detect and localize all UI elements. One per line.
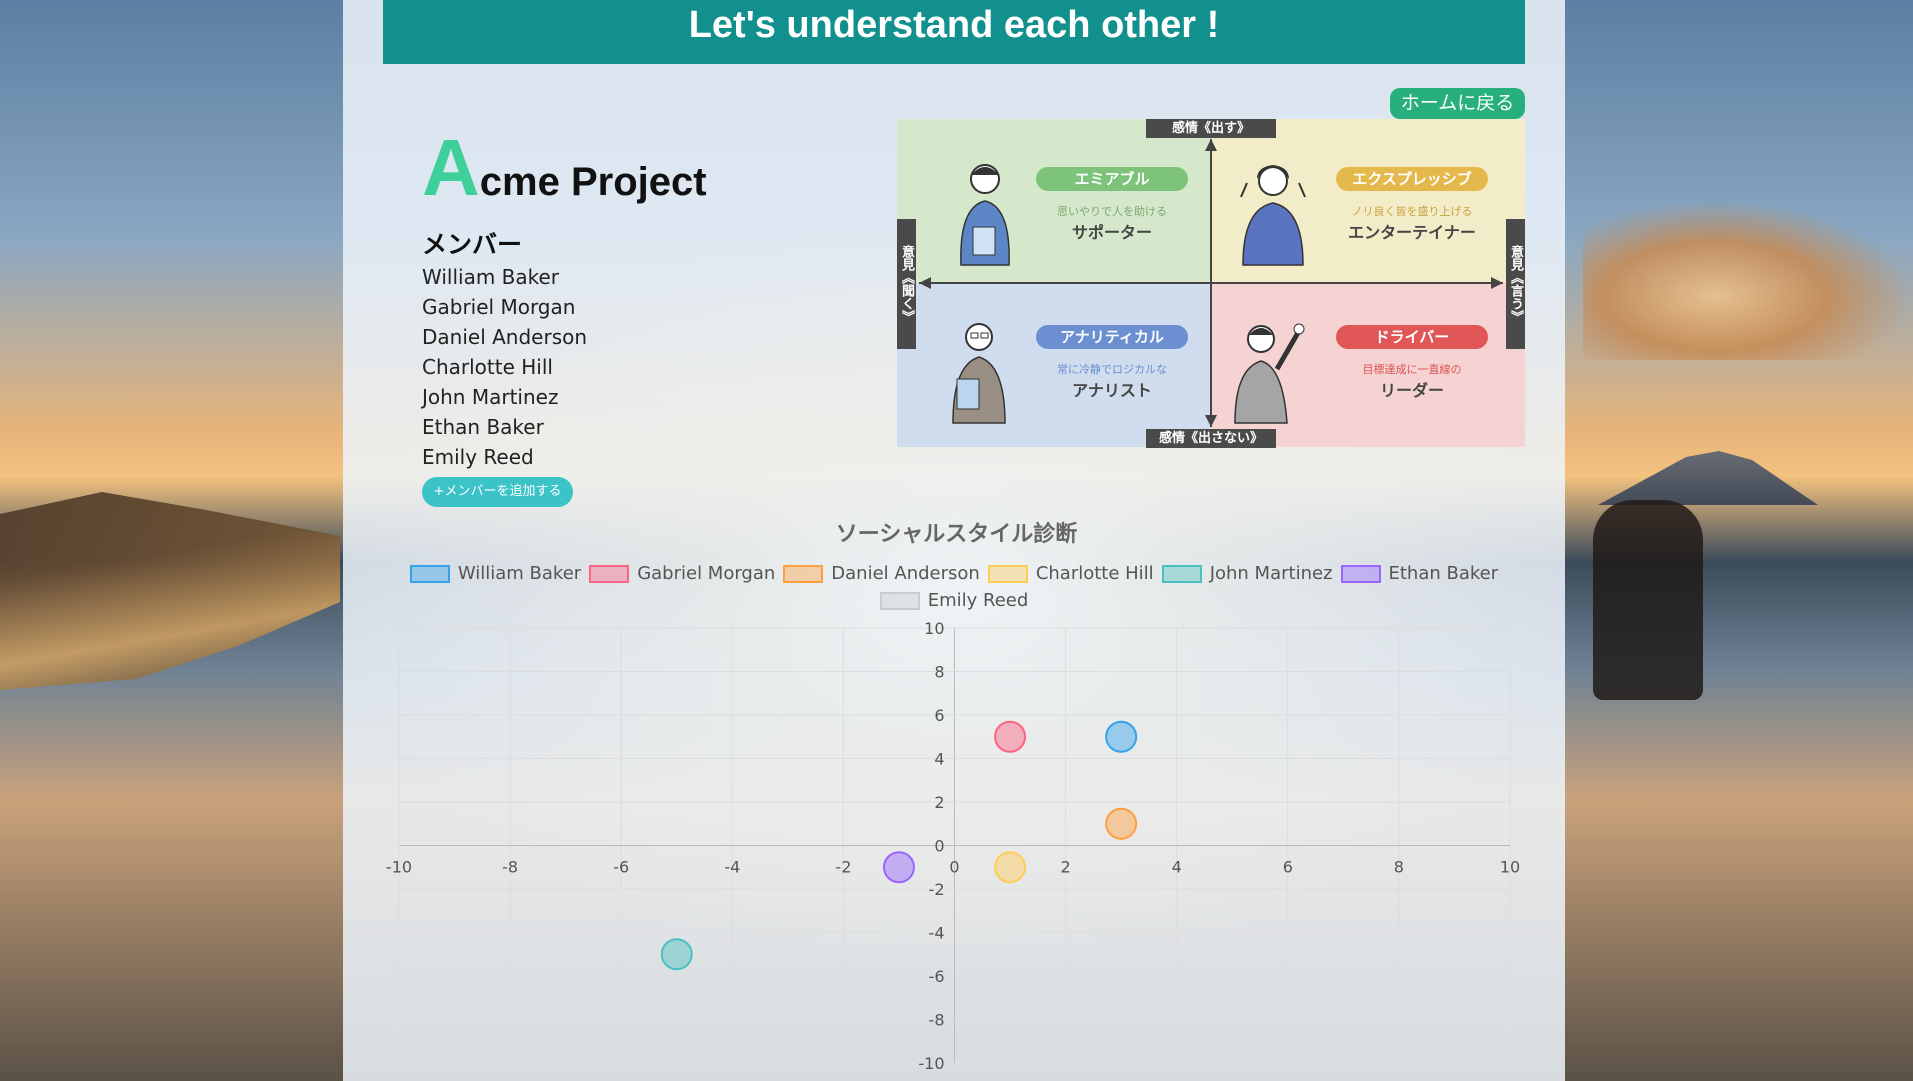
axis-label-left: 意見《聞く》	[897, 219, 916, 349]
member-item: Ethan Baker	[422, 415, 544, 439]
background-rocks	[0, 492, 340, 690]
legend-swatch	[987, 565, 1028, 583]
member-item: Charlotte Hill	[422, 355, 553, 379]
page-title: Let's understand each other !	[688, 4, 1220, 46]
x-tick-label: 6	[1283, 858, 1293, 877]
y-tick-label: -6	[929, 967, 945, 986]
amiable-person-illustration	[960, 164, 1010, 266]
member-item: Daniel Anderson	[422, 325, 588, 349]
legend-label: William Baker	[457, 563, 582, 584]
legend-label: Ethan Baker	[1388, 563, 1499, 584]
amiable-badge: エミアブル	[1036, 167, 1188, 191]
driver-role: リーダー	[1379, 381, 1444, 400]
expressive-badge: エクスプレッシブ	[1336, 167, 1488, 191]
y-tick-label: -2	[929, 880, 945, 899]
member-item: William Baker	[422, 265, 560, 289]
legend-item[interactable]: Charlotte Hill	[987, 563, 1154, 584]
legend-label: Emily Reed	[927, 590, 1029, 611]
social-style-scatter-chart: -10 -8 -6 -4 -2 0 2 4 6 8 101086420-2-4-6-8-10	[386, 619, 1520, 1073]
y-tick-label: 4	[934, 750, 944, 769]
legend-label: Charlotte Hill	[1035, 563, 1154, 584]
analytical-description: 常に冷静でロジカルな	[1057, 363, 1167, 376]
y-tick-label: -8	[929, 1011, 945, 1030]
legend-label: Daniel Anderson	[831, 563, 980, 584]
background-mountain	[1598, 451, 1818, 505]
legend-swatch	[1340, 565, 1381, 583]
data-point[interactable]	[1105, 807, 1138, 840]
project-title: Acme Project	[422, 128, 707, 208]
legend-swatch	[1161, 565, 1202, 583]
driver-person-illustration	[1234, 323, 1305, 424]
x-tick-label: -8	[502, 858, 518, 877]
page-header: Let's understand each other !	[383, 0, 1525, 64]
arrow-down-icon	[1205, 415, 1217, 427]
home-button[interactable]: ホームに戻る	[1390, 88, 1525, 119]
arrow-up-icon	[1205, 139, 1217, 151]
chart-legend: William Baker Gabriel Morgan Daniel Anders…	[398, 563, 1510, 617]
member-list: William Baker Gabriel Morgan Daniel Ande…	[422, 262, 587, 472]
legend-swatch	[783, 565, 824, 583]
legend-item[interactable]: Daniel Anderson	[783, 563, 980, 584]
member-item: John Martinez	[422, 385, 559, 409]
arrow-right-icon	[1491, 277, 1503, 289]
project-title-initial: A	[422, 123, 480, 212]
x-tick-label: -2	[835, 858, 851, 877]
legend-label: John Martinez	[1209, 563, 1333, 584]
member-item: Gabriel Morgan	[422, 295, 576, 319]
y-tick-label: 8	[934, 663, 944, 682]
amiable-role: サポーター	[1071, 223, 1152, 242]
chart-title: ソーシャルスタイル診断	[835, 522, 1078, 547]
driver-badge: ドライバー	[1336, 325, 1488, 349]
x-tick-label: 0	[949, 858, 959, 877]
analytical-person-illustration	[952, 323, 1006, 424]
add-member-button[interactable]: +メンバーを追加する	[422, 477, 573, 507]
legend-item[interactable]: Emily Reed	[879, 590, 1029, 611]
axis-label-right: 意見《言う》	[1506, 219, 1525, 349]
x-tick-label: -10	[386, 858, 412, 877]
data-point[interactable]	[994, 851, 1027, 884]
legend-swatch	[879, 592, 920, 610]
legend-item[interactable]: William Baker	[409, 563, 582, 584]
amiable-description: 思いやりで人を助ける	[1057, 205, 1167, 218]
y-tick-label: 6	[934, 706, 944, 725]
axis-label-top: 感情《出す》	[1146, 119, 1276, 138]
expressive-role: エンターテイナー	[1348, 223, 1476, 242]
x-tick-label: 8	[1394, 858, 1404, 877]
y-tick-label: 2	[934, 793, 944, 812]
expressive-description: ノリ良く皆を盛り上げる	[1351, 205, 1473, 218]
axis-label-bottom: 感情《出さない》	[1146, 429, 1276, 448]
driver-description: 目標達成に一直線の	[1362, 363, 1462, 376]
y-tick-label: -10	[918, 1054, 944, 1073]
legend-item[interactable]: Ethan Baker	[1340, 563, 1499, 584]
x-tick-label: 2	[1061, 858, 1071, 877]
legend-label: Gabriel Morgan	[637, 563, 776, 584]
arrow-left-icon	[919, 277, 931, 289]
data-point[interactable]	[660, 938, 693, 971]
x-tick-label: 4	[1172, 858, 1182, 877]
y-tick-label: 10	[924, 619, 944, 638]
data-point[interactable]	[1105, 720, 1138, 753]
social-style-diagram: 感情《出す》 感情《出さない》 意見《聞く》 意見《言う》 エミアブル 思いやり…	[897, 119, 1525, 448]
y-tick-label: 0	[934, 837, 944, 856]
expressive-person-illustration	[1240, 165, 1306, 266]
legend-item[interactable]: Gabriel Morgan	[589, 563, 775, 584]
analytical-badge: アナリティカル	[1036, 325, 1188, 349]
project-title-rest: cme Project	[479, 160, 707, 204]
legend-swatch	[409, 565, 450, 583]
member-item: Emily Reed	[422, 445, 534, 469]
x-tick-label: -6	[613, 858, 629, 877]
analytical-role: アナリスト	[1072, 381, 1152, 400]
x-tick-label: -4	[724, 858, 740, 877]
data-point[interactable]	[994, 720, 1027, 753]
y-tick-label: -4	[929, 924, 945, 943]
members-heading: メンバー	[422, 230, 523, 259]
legend-item[interactable]: John Martinez	[1161, 563, 1333, 584]
background-cloud	[1583, 200, 1913, 360]
x-tick-label: 10	[1500, 858, 1520, 877]
legend-swatch	[589, 565, 630, 583]
data-point[interactable]	[882, 851, 915, 884]
